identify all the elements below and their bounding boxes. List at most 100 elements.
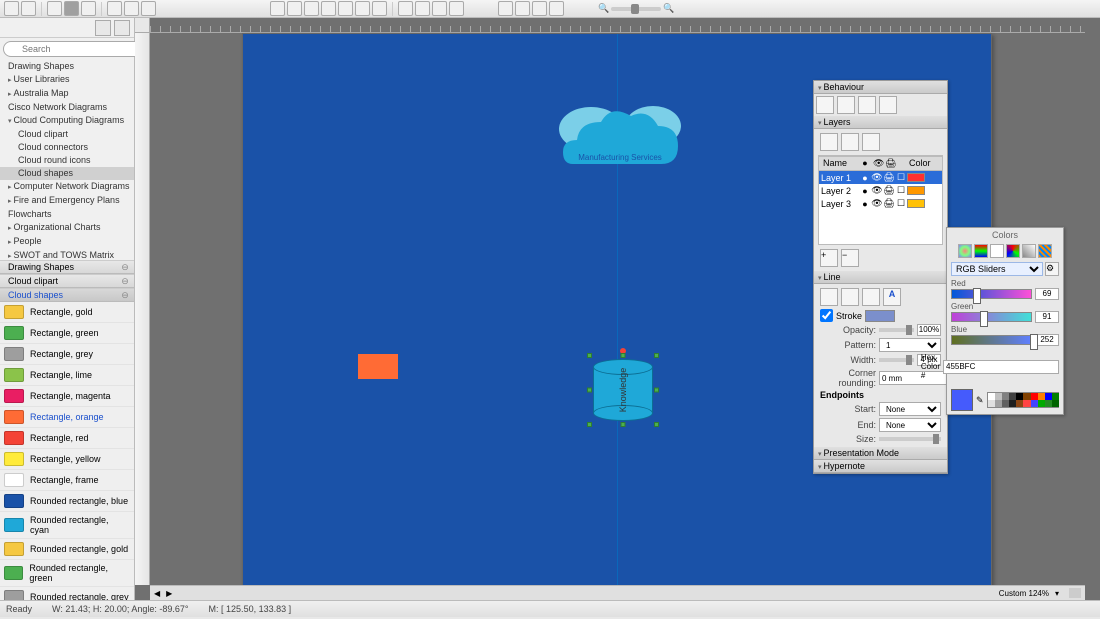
picker-tab-spectrum-icon[interactable] xyxy=(1006,244,1020,258)
behaviour-btn-c-icon[interactable] xyxy=(858,96,876,114)
shape-row[interactable]: Rectangle, frame xyxy=(0,470,134,491)
cloud-shape[interactable]: Manufacturing Services xyxy=(553,94,753,186)
palette-cell[interactable] xyxy=(1052,400,1059,407)
palette-cell[interactable] xyxy=(1002,400,1009,407)
pattern-select[interactable]: 1 xyxy=(879,338,941,352)
section-behaviour[interactable]: Behaviour xyxy=(814,81,947,94)
behaviour-btn-a-icon[interactable] xyxy=(816,96,834,114)
tool-hand-icon[interactable] xyxy=(47,1,62,16)
eyedropper-icon[interactable]: ✎ xyxy=(976,395,984,406)
tool-pointer-icon[interactable] xyxy=(4,1,19,16)
layer-mode-b-icon[interactable] xyxy=(841,133,859,151)
shape-row[interactable]: Rectangle, lime xyxy=(0,365,134,386)
shape-row[interactable]: Rounded rectangle, grey xyxy=(0,587,134,600)
shape-row[interactable]: Rectangle, grey xyxy=(0,344,134,365)
bottom-scrollbar[interactable]: ◀▶ Custom 124% ▾ xyxy=(150,585,1085,600)
palette-cell[interactable] xyxy=(1023,393,1030,400)
end-select[interactable]: None xyxy=(879,418,941,432)
shape-row[interactable]: Rounded rectangle, cyan xyxy=(0,512,134,539)
tool-h-icon[interactable] xyxy=(398,1,413,16)
palette-cell[interactable] xyxy=(1045,400,1052,407)
palette-cell[interactable] xyxy=(995,393,1002,400)
picker-tab-crayons-icon[interactable] xyxy=(1022,244,1036,258)
width-slider[interactable] xyxy=(879,358,914,362)
shape-row[interactable]: Rectangle, gold xyxy=(0,302,134,323)
tree-item[interactable]: Cloud Computing Diagrams xyxy=(0,114,134,128)
green-slider[interactable] xyxy=(951,312,1032,322)
shape-row[interactable]: Rounded rectangle, green xyxy=(0,560,134,587)
sidebar-tab-search-icon[interactable] xyxy=(114,20,130,36)
zoom-plus-icon[interactable]: 🔍 xyxy=(663,3,674,14)
tool-arc-icon[interactable] xyxy=(124,1,139,16)
tool-c-icon[interactable] xyxy=(304,1,319,16)
blue-slider[interactable] xyxy=(951,335,1032,345)
zoom-user-icon[interactable] xyxy=(532,1,547,16)
tree-item[interactable]: Computer Network Diagrams xyxy=(0,180,134,194)
tool-g-icon[interactable] xyxy=(372,1,387,16)
selection-handles[interactable] xyxy=(590,356,656,424)
shape-row[interactable]: Rectangle, yellow xyxy=(0,449,134,470)
line-style-a-icon[interactable] xyxy=(820,288,838,306)
behaviour-btn-d-icon[interactable] xyxy=(879,96,897,114)
line-style-text-icon[interactable]: A xyxy=(883,288,901,306)
section-presentation[interactable]: Presentation Mode xyxy=(814,447,947,460)
layer-row[interactable]: Layer 1●👁🖨☐ xyxy=(819,171,942,184)
palette-cell[interactable] xyxy=(995,400,1002,407)
shape-row[interactable]: Rounded rectangle, gold xyxy=(0,539,134,560)
palette-cell[interactable] xyxy=(1045,393,1052,400)
opacity-value[interactable]: 100% xyxy=(917,324,941,336)
tree-item[interactable]: Organizational Charts xyxy=(0,221,134,235)
accordion-drawing-shapes[interactable]: Drawing Shapes xyxy=(0,260,134,274)
palette-cell[interactable] xyxy=(1038,393,1045,400)
cylinder-shape[interactable]: Knowledge xyxy=(593,359,653,421)
palette-cell[interactable] xyxy=(1052,393,1059,400)
tool-connector-icon[interactable] xyxy=(141,1,156,16)
tool-ellipse-icon[interactable] xyxy=(81,1,96,16)
search-input[interactable] xyxy=(3,41,146,57)
zoom-slider[interactable] xyxy=(611,7,661,11)
shape-row[interactable]: Rectangle, red xyxy=(0,428,134,449)
palette-cell[interactable] xyxy=(1009,393,1016,400)
ruler-horizontal[interactable] xyxy=(150,18,1085,33)
stroke-color-swatch[interactable] xyxy=(865,310,895,322)
zoom-level-combo[interactable]: Custom 124% xyxy=(999,589,1049,598)
red-value[interactable]: 69 xyxy=(1035,288,1059,300)
tool-b-icon[interactable] xyxy=(287,1,302,16)
palette-cell[interactable] xyxy=(1009,400,1016,407)
sidebar-tab-grid-icon[interactable] xyxy=(95,20,111,36)
tree-item[interactable]: SWOT and TOWS Matrix Diagrams xyxy=(0,249,134,260)
tree-item[interactable]: Fire and Emergency Plans xyxy=(0,194,134,208)
shape-row[interactable]: Rectangle, magenta xyxy=(0,386,134,407)
tool-a-icon[interactable] xyxy=(270,1,285,16)
tree-item[interactable]: Australia Map xyxy=(0,87,134,101)
line-style-b-icon[interactable] xyxy=(841,288,859,306)
section-hypernote[interactable]: Hypernote xyxy=(814,460,947,473)
layer-row[interactable]: Layer 3●👁🖨☐ xyxy=(819,197,942,210)
tool-i-icon[interactable] xyxy=(415,1,430,16)
palette-cell[interactable] xyxy=(1031,393,1038,400)
accordion-cloud-shapes[interactable]: Cloud shapes xyxy=(0,288,134,302)
layer-mode-c-icon[interactable] xyxy=(862,133,880,151)
blue-value[interactable]: 252 xyxy=(1035,334,1059,346)
tool-e-icon[interactable] xyxy=(338,1,353,16)
start-select[interactable]: None xyxy=(879,402,941,416)
tree-item[interactable]: Cloud shapes xyxy=(0,167,134,180)
tree-item[interactable]: People xyxy=(0,235,134,249)
tree-item[interactable]: Cloud clipart xyxy=(0,128,134,141)
picker-gear-icon[interactable]: ⚙ xyxy=(1045,262,1059,276)
picker-tab-sliders-icon[interactable] xyxy=(974,244,988,258)
zoom-out-icon[interactable] xyxy=(498,1,513,16)
palette-cell[interactable] xyxy=(1016,400,1023,407)
zoom-marker-icon[interactable] xyxy=(549,1,564,16)
section-layers[interactable]: Layers xyxy=(814,116,947,129)
zoom-fit-icon[interactable] xyxy=(515,1,530,16)
palette-cell[interactable] xyxy=(988,393,995,400)
tree-item[interactable]: Cloud round icons xyxy=(0,154,134,167)
layer-row[interactable]: Layer 2●👁🖨☐ xyxy=(819,184,942,197)
tool-f-icon[interactable] xyxy=(355,1,370,16)
tool-d-icon[interactable] xyxy=(321,1,336,16)
tool-j-icon[interactable] xyxy=(432,1,447,16)
tree-item[interactable]: Cisco Network Diagrams xyxy=(0,101,134,114)
palette-cell[interactable] xyxy=(1002,393,1009,400)
tool-select-icon[interactable] xyxy=(21,1,36,16)
